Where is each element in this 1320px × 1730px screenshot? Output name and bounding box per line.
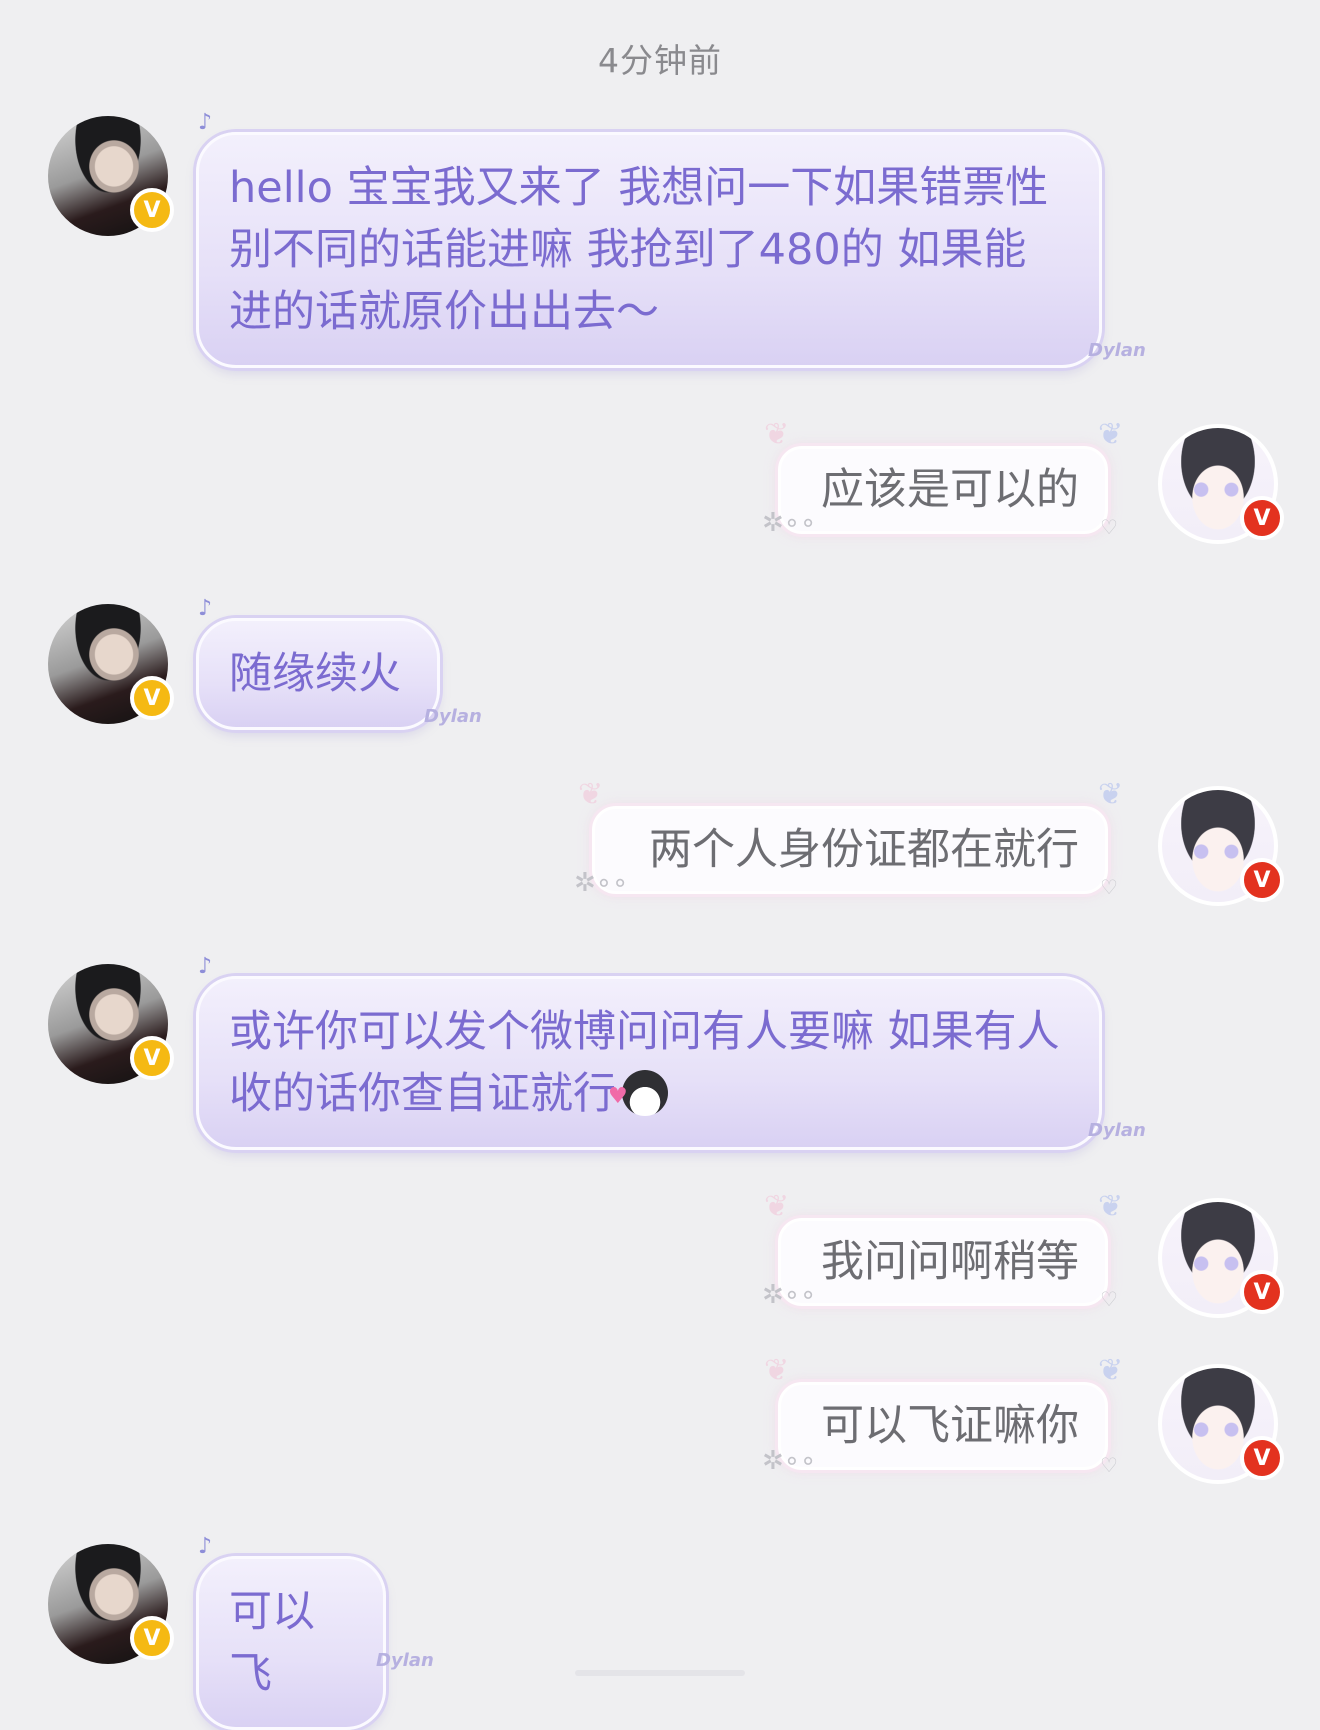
dylan-tag: Dylan bbox=[1088, 1120, 1146, 1141]
scroll-indicator[interactable] bbox=[575, 1670, 745, 1676]
message-text: 可以飞 bbox=[229, 1587, 315, 1699]
heart-icon: ♡ bbox=[1100, 515, 1118, 539]
message-bubble-incoming[interactable]: 可以飞 bbox=[196, 1556, 386, 1730]
dylan-tag: Dylan bbox=[376, 1650, 434, 1671]
my-avatar[interactable]: V bbox=[1158, 786, 1284, 906]
sparkle-icon: ✲∘∘ bbox=[762, 1280, 817, 1310]
sparkle-icon: ✲∘∘ bbox=[762, 1446, 817, 1476]
sparkle-icon: ✲∘∘ bbox=[574, 868, 629, 898]
wing-left-icon: ❦ bbox=[578, 777, 604, 812]
cat-heart-emoji-icon bbox=[608, 1066, 668, 1128]
contact-avatar[interactable]: V bbox=[48, 604, 174, 724]
contact-avatar[interactable]: V bbox=[48, 964, 174, 1084]
message-text: 可以飞证嘛你 bbox=[821, 1401, 1079, 1451]
verified-badge-icon: V bbox=[130, 676, 174, 720]
verified-badge-icon: V bbox=[1240, 1270, 1284, 1314]
wing-left-icon: ❦ bbox=[764, 1189, 790, 1224]
verified-badge-icon: V bbox=[1240, 858, 1284, 902]
sparkle-icon: ✲∘∘ bbox=[762, 508, 817, 538]
my-avatar[interactable]: V bbox=[1158, 1198, 1284, 1318]
wing-right-icon: ❦ bbox=[1098, 1189, 1124, 1224]
wing-left-icon: ❦ bbox=[764, 417, 790, 452]
message-bubble-outgoing[interactable]: 我问问啊稍等 bbox=[778, 1218, 1108, 1306]
dylan-tag: Dylan bbox=[1088, 340, 1146, 361]
verified-badge-icon: V bbox=[130, 1036, 174, 1080]
heart-icon: ♡ bbox=[1100, 875, 1118, 899]
message-bubble-outgoing[interactable]: 应该是可以的 bbox=[778, 446, 1108, 534]
my-avatar[interactable]: V bbox=[1158, 424, 1284, 544]
wing-right-icon: ❦ bbox=[1098, 777, 1124, 812]
verified-badge-icon: V bbox=[1240, 1436, 1284, 1480]
verified-badge-icon: V bbox=[1240, 496, 1284, 540]
music-note-icon: ♪ bbox=[198, 596, 213, 621]
message-bubble-incoming[interactable]: 或许你可以发个微博问问有人要嘛 如果有人收的话你查自证就行 bbox=[196, 976, 1102, 1150]
music-note-icon: ♪ bbox=[198, 110, 213, 135]
message-text: 随缘续火 bbox=[229, 649, 401, 699]
verified-badge-icon: V bbox=[130, 188, 174, 232]
wing-left-icon: ❦ bbox=[764, 1353, 790, 1388]
music-note-icon: ♪ bbox=[198, 954, 213, 979]
message-timestamp: 4分钟前 bbox=[598, 41, 722, 80]
message-text: hello 宝宝我又来了 我想问一下如果错票性别不同的话能进嘛 我抢到了480的… bbox=[229, 163, 1049, 337]
verified-badge-icon: V bbox=[130, 1616, 174, 1660]
dylan-tag: Dylan bbox=[424, 706, 482, 727]
message-text: 应该是可以的 bbox=[821, 465, 1079, 515]
message-bubble-incoming[interactable]: hello 宝宝我又来了 我想问一下如果错票性别不同的话能进嘛 我抢到了480的… bbox=[196, 132, 1102, 368]
heart-icon: ♡ bbox=[1100, 1453, 1118, 1477]
message-bubble-incoming[interactable]: 随缘续火 bbox=[196, 618, 440, 730]
contact-avatar[interactable]: V bbox=[48, 1544, 174, 1664]
heart-icon: ♡ bbox=[1100, 1287, 1118, 1311]
contact-avatar[interactable]: V bbox=[48, 116, 174, 236]
message-text: 我问问啊稍等 bbox=[821, 1237, 1079, 1287]
message-text: 两个人身份证都在就行 bbox=[649, 825, 1079, 875]
my-avatar[interactable]: V bbox=[1158, 1364, 1284, 1484]
message-bubble-outgoing[interactable]: 可以飞证嘛你 bbox=[778, 1382, 1108, 1470]
wing-right-icon: ❦ bbox=[1098, 1353, 1124, 1388]
music-note-icon: ♪ bbox=[198, 1534, 213, 1559]
wing-right-icon: ❦ bbox=[1098, 417, 1124, 452]
message-bubble-outgoing[interactable]: 两个人身份证都在就行 bbox=[592, 806, 1108, 894]
